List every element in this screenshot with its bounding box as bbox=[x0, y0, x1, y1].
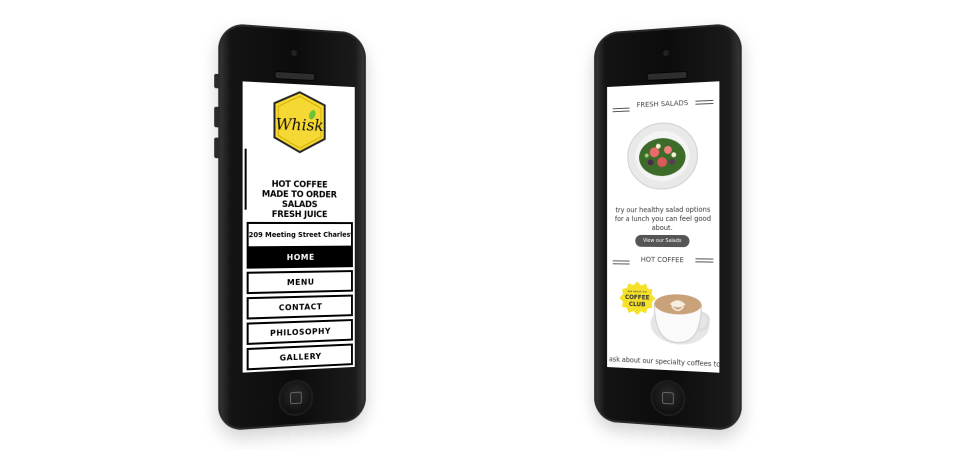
main-nav: HOME MENU CONTACT PHILOSOPHY GALLERY bbox=[247, 246, 353, 373]
coffee-heading-label: HOT COFFEE bbox=[607, 255, 719, 264]
home-square-icon bbox=[662, 392, 674, 405]
home-button[interactable] bbox=[651, 379, 686, 417]
badge-small-text: ask about our bbox=[627, 289, 647, 294]
phone-screen-right: FRESH SALADS try our healthy salad optio… bbox=[607, 81, 719, 372]
badge-line1: COFFEE bbox=[625, 295, 650, 302]
salad-image bbox=[626, 119, 700, 193]
logo-text: Whisk bbox=[276, 114, 324, 135]
heading-rule bbox=[613, 111, 630, 113]
whisk-logo[interactable]: Whisk bbox=[271, 89, 329, 155]
coffee-image: ask about our COFFEE CLUB bbox=[616, 273, 713, 354]
nav-item-menu[interactable]: MENU bbox=[247, 270, 353, 294]
salads-heading: FRESH SALADS bbox=[607, 96, 719, 115]
service-item: MADE TO ORDER SALADS bbox=[243, 189, 355, 210]
speaker-grille bbox=[647, 71, 688, 81]
address-box[interactable]: 209 Meeting Street Charleston, SC bbox=[247, 222, 353, 248]
phone-right: FRESH SALADS try our healthy salad optio… bbox=[594, 23, 742, 432]
coffee-heading: HOT COFFEE bbox=[607, 253, 719, 268]
phone-screen-left: Whisk HOT COFFEE MADE TO ORDER SALADS FR… bbox=[243, 81, 355, 372]
speaker-grille bbox=[274, 71, 315, 81]
phone-left: Whisk HOT COFFEE MADE TO ORDER SALADS FR… bbox=[218, 23, 366, 432]
services-list: HOT COFFEE MADE TO ORDER SALADS FRESH JU… bbox=[243, 179, 355, 220]
front-camera bbox=[663, 50, 669, 56]
home-square-icon bbox=[290, 392, 302, 405]
salads-description: try our healthy salad options for a lunc… bbox=[611, 206, 716, 233]
front-camera bbox=[291, 50, 297, 56]
nav-item-contact[interactable]: CONTACT bbox=[247, 295, 353, 320]
coffee-club-badge[interactable]: ask about our COFFEE CLUB bbox=[619, 281, 655, 316]
service-item: FRESH JUICE bbox=[243, 210, 355, 220]
volume-up-button bbox=[214, 107, 218, 128]
badge-line2: CLUB bbox=[629, 302, 646, 309]
volume-down-button bbox=[214, 138, 218, 159]
nav-item-gallery[interactable]: GALLERY bbox=[247, 344, 353, 371]
mute-switch bbox=[214, 74, 218, 89]
nav-item-home[interactable]: HOME bbox=[247, 246, 353, 269]
salads-heading-label: FRESH SALADS bbox=[607, 98, 719, 111]
home-button[interactable] bbox=[278, 379, 313, 417]
view-salads-button[interactable]: View our Salads bbox=[635, 235, 689, 247]
coffee-description: ask about our specialty coffees to bbox=[609, 355, 717, 368]
nav-item-philosophy[interactable]: PHILOSOPHY bbox=[247, 319, 353, 345]
